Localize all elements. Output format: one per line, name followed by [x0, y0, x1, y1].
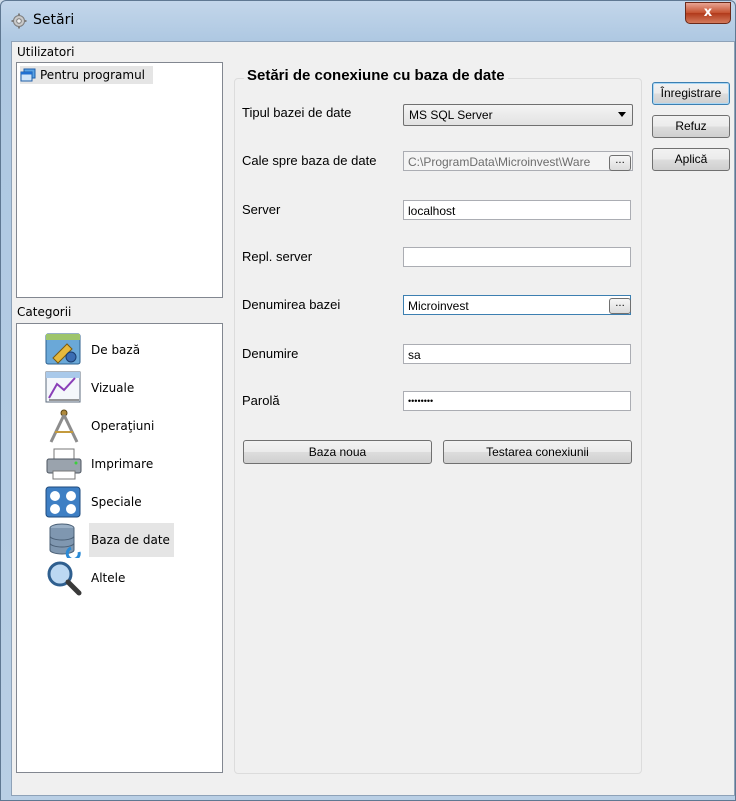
db-name-value: Microinvest — [408, 299, 469, 313]
connection-settings-title: Setări de conexiune cu baza de date — [244, 67, 508, 84]
windows-stack-icon — [20, 68, 36, 82]
drawing-compass-icon — [49, 409, 79, 443]
test-connection-button[interactable]: Testarea conexiunii — [443, 440, 632, 464]
db-name-label: Denumirea bazei — [242, 297, 341, 312]
special-gauges-icon — [45, 486, 81, 518]
visual-chart-icon — [45, 371, 81, 403]
category-label-other: Altele — [91, 571, 126, 585]
server-label: Server — [242, 202, 281, 217]
username-label: Denumire — [242, 346, 299, 361]
db-path-label: Cale spre baza de date — [242, 153, 377, 168]
category-item-printing[interactable]: Imprimare — [45, 445, 157, 483]
settings-window: Setări x Utilizatori Pentru programul Ca… — [0, 0, 736, 801]
db-name-input[interactable]: Microinvest — [403, 295, 631, 315]
db-type-select[interactable]: MS SQL Server — [403, 104, 633, 126]
password-input[interactable]: •••••••• — [403, 391, 631, 411]
chevron-down-icon — [618, 112, 626, 117]
db-name-browse-button[interactable]: ... — [609, 298, 631, 314]
cancel-button[interactable]: Refuz — [652, 115, 730, 138]
categories-list[interactable]: De bază Vizuale Operaţiuni Imprimare Spe… — [16, 323, 223, 773]
category-item-visual[interactable]: Vizuale — [45, 369, 138, 407]
repl-server-label: Repl. server — [242, 249, 313, 264]
database-icon — [49, 523, 81, 558]
users-list[interactable]: Pentru programul — [16, 62, 223, 298]
dialog-client-area: Utilizatori Pentru programul Categorii D… — [11, 41, 735, 796]
server-input[interactable]: localhost — [403, 200, 631, 220]
repl-server-input[interactable] — [403, 247, 631, 267]
db-type-label: Tipul bazei de date — [242, 105, 352, 120]
connection-settings-panel — [234, 78, 642, 774]
db-path-field: C:\ProgramData\Microinvest\Ware — [403, 151, 633, 171]
close-button[interactable]: x — [685, 2, 731, 24]
user-item-label: Pentru programul — [40, 68, 146, 82]
new-database-button[interactable]: Baza noua — [243, 440, 432, 464]
user-item-program[interactable]: Pentru programul — [20, 66, 154, 84]
db-path-browse-button: ... — [609, 155, 631, 171]
category-item-special[interactable]: Speciale — [45, 483, 146, 521]
db-path-value: C:\ProgramData\Microinvest\Ware — [408, 155, 591, 169]
window-title: Setări — [33, 12, 75, 28]
basic-settings-icon — [45, 333, 81, 365]
category-item-database[interactable]: Baza de date — [45, 521, 174, 559]
categories-group-label: Categorii — [17, 305, 72, 319]
category-label-visual: Vizuale — [91, 381, 135, 395]
category-label-basic: De bază — [91, 343, 141, 357]
printer-icon — [46, 448, 82, 480]
password-label: Parolă — [242, 393, 280, 408]
category-label-database: Baza de date — [89, 523, 174, 557]
category-label-operations: Operaţiuni — [91, 419, 155, 433]
save-button[interactable]: Înregistrare — [652, 82, 730, 105]
category-label-printing: Imprimare — [91, 457, 154, 471]
category-item-operations[interactable]: Operaţiuni — [45, 407, 158, 445]
category-item-basic[interactable]: De bază — [45, 331, 144, 369]
category-item-other[interactable]: Altele — [45, 559, 129, 597]
username-input[interactable]: sa — [403, 344, 631, 364]
db-type-value: MS SQL Server — [409, 108, 493, 122]
magnifier-icon — [47, 561, 82, 596]
users-group-label: Utilizatori — [17, 45, 75, 59]
apply-button[interactable]: Aplică — [652, 148, 730, 171]
title-bar[interactable]: Setări x — [1, 1, 736, 41]
gear-icon — [11, 13, 27, 29]
category-label-special: Speciale — [91, 495, 142, 509]
